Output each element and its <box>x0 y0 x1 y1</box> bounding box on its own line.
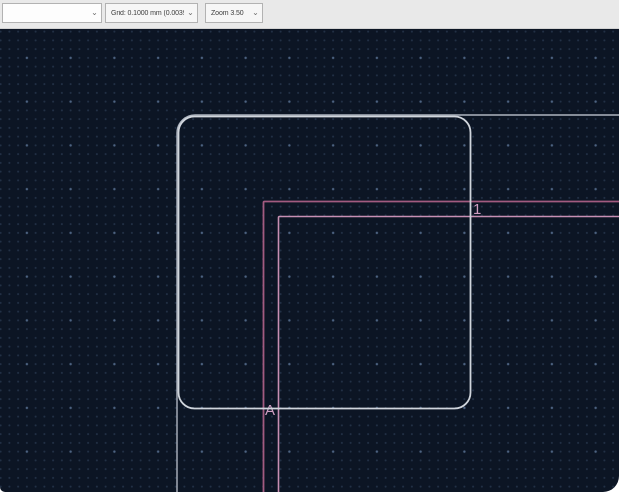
chevron-down-icon: ⌄ <box>88 4 101 22</box>
selection-combo[interactable]: ⌄ <box>2 3 102 23</box>
sheet-frame-outer <box>264 202 619 493</box>
app-window: ⌄ Grid: 0.1000 mm (0.0039 in) ⌄ Zoom 3.5… <box>0 0 619 500</box>
grid-ref-column-label: 1 <box>473 201 481 218</box>
zoom-level-combo-value: Zoom 3.50 <box>206 10 249 17</box>
pcb-drawing: 1 A <box>0 29 619 492</box>
toolbar: ⌄ Grid: 0.1000 mm (0.0039 in) ⌄ Zoom 3.5… <box>0 0 619 29</box>
pcb-canvas[interactable]: 1 A <box>0 29 619 492</box>
grid-size-combo-value: Grid: 0.1000 mm (0.0039 in) <box>106 10 184 17</box>
board-outline-extended <box>177 115 619 492</box>
sheet-frame-inner <box>279 217 619 493</box>
chevron-down-icon: ⌄ <box>184 4 197 22</box>
grid-ref-row-label: A <box>265 402 275 419</box>
chevron-down-icon: ⌄ <box>249 4 262 22</box>
zoom-level-combo[interactable]: Zoom 3.50 ⌄ <box>205 3 263 23</box>
grid-size-combo[interactable]: Grid: 0.1000 mm (0.0039 in) ⌄ <box>105 3 198 23</box>
board-outline <box>179 117 471 409</box>
